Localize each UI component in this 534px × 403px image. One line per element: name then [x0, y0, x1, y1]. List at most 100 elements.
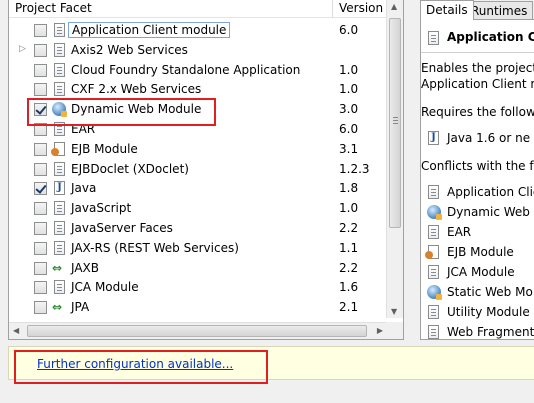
facet-version[interactable]: 1.8 — [339, 181, 358, 195]
facet-checkbox[interactable] — [34, 281, 47, 295]
conflict-item: Web Fragment — [447, 325, 534, 339]
table-row[interactable]: EJBDoclet (XDoclet) 1.2.3 — [9, 159, 387, 179]
facet-checkbox[interactable] — [34, 43, 47, 57]
scroll-right-arrow-icon[interactable]: ▶ — [377, 326, 383, 335]
facet-checkbox[interactable] — [34, 182, 47, 196]
project-facet-table[interactable]: Project Facet Version Application Client… — [8, 0, 404, 340]
facet-version[interactable]: 1.1 — [339, 241, 358, 255]
facet-label: EJBDoclet (XDoclet) — [71, 161, 189, 176]
web-module-icon — [427, 205, 442, 220]
facet-version[interactable]: 2.2 — [339, 221, 358, 235]
facet-version[interactable]: 3.0 — [339, 102, 358, 116]
conflicts-label: Conflicts with the fo — [421, 159, 534, 173]
conflict-item: EAR — [447, 225, 472, 239]
table-row[interactable]: Application Client module 6.0 — [9, 20, 387, 40]
horizontal-scroll-thumb[interactable] — [27, 325, 367, 337]
facet-checkbox[interactable] — [34, 83, 47, 97]
details-panel: Details Runtimes Application Clie Enable… — [412, 0, 534, 340]
horizontal-scrollbar[interactable]: ◀ ▶ — [9, 322, 387, 339]
details-description-line2: Application Client m — [421, 77, 534, 91]
facet-label: JAXB — [71, 260, 99, 275]
ejb-bean-icon — [425, 245, 439, 259]
grip-icon — [393, 117, 398, 124]
table-row[interactable]: Cloud Foundry Standalone Application 1.0 — [9, 60, 387, 80]
table-row[interactable]: JavaServer Faces 2.2 — [9, 218, 387, 238]
facet-label: JCA Module — [71, 280, 139, 295]
details-tabs: Details Runtimes — [412, 0, 534, 21]
facet-version[interactable]: 1.0 — [339, 82, 358, 96]
facet-checkbox[interactable] — [34, 241, 47, 255]
table-row[interactable]: ⇔ JAXB 2.2 — [9, 258, 387, 278]
scroll-down-arrow-icon[interactable]: ▼ — [391, 307, 397, 316]
column-header-version[interactable]: Version — [339, 1, 383, 15]
facet-checkbox[interactable] — [34, 261, 47, 275]
ejb-bean-icon — [51, 141, 65, 156]
facet-label: CXF 2.x Web Services — [71, 82, 202, 97]
table-row[interactable]: Dynamic Web Module 3.0 — [9, 99, 387, 119]
details-body: Application Clie Enables the project App… — [420, 19, 534, 340]
scroll-left-arrow-icon[interactable]: ◀ — [13, 326, 19, 335]
facet-label: Axis2 Web Services — [71, 42, 188, 57]
facet-version[interactable]: 1.2.3 — [339, 162, 370, 176]
facet-rows: Application Client module 6.0 ▷ Axis2 Web S… — [9, 20, 387, 317]
conflict-item: EJB Module — [447, 245, 514, 259]
table-row[interactable]: EJB Module 3.1 — [9, 139, 387, 159]
facet-checkbox[interactable] — [34, 103, 47, 117]
facet-label: Cloud Foundry Standalone Application — [71, 62, 301, 77]
facet-checkbox[interactable] — [34, 301, 47, 315]
table-row[interactable]: JAX-RS (REST Web Services) 1.1 — [9, 238, 387, 258]
document-icon — [54, 23, 65, 37]
document-icon — [428, 305, 439, 319]
facet-checkbox[interactable] — [34, 221, 47, 235]
vertical-scroll-thumb[interactable] — [389, 18, 401, 228]
table-row[interactable]: CXF 2.x Web Services 1.0 — [9, 79, 387, 99]
column-header-project-facet[interactable]: Project Facet — [15, 1, 92, 15]
document-icon — [428, 325, 439, 339]
bidirectional-arrows-icon: ⇔ — [52, 260, 63, 275]
column-separator[interactable] — [332, 0, 333, 18]
facet-label: JavaServer Faces — [71, 220, 173, 235]
facet-version[interactable]: 1.6 — [339, 280, 358, 294]
scroll-up-arrow-icon[interactable]: ▲ — [391, 2, 397, 11]
facet-label: JavaScript — [71, 201, 132, 216]
facet-checkbox[interactable] — [34, 122, 47, 136]
document-icon — [428, 225, 439, 239]
facet-checkbox[interactable] — [34, 24, 47, 37]
table-row[interactable]: ▷ Axis2 Web Services — [9, 40, 387, 60]
vertical-scrollbar[interactable]: ▲ ▼ — [386, 0, 403, 318]
table-header: Project Facet Version — [9, 0, 387, 18]
further-configuration-link[interactable]: Further configuration available... — [37, 357, 233, 371]
scrollbar-corner — [386, 322, 403, 339]
facet-version[interactable]: 3.1 — [339, 142, 358, 156]
divider — [421, 52, 534, 53]
document-icon — [54, 201, 65, 216]
tab-details[interactable]: Details — [420, 0, 474, 20]
table-row[interactable]: J Java 1.8 — [9, 178, 387, 198]
facet-checkbox[interactable] — [34, 162, 47, 176]
facet-label: Java — [71, 181, 97, 196]
tab-runtimes[interactable]: Runtimes — [465, 1, 534, 21]
facet-checkbox[interactable] — [34, 63, 47, 77]
facet-version[interactable]: 2.2 — [339, 261, 358, 275]
facet-checkbox[interactable] — [34, 202, 47, 216]
facet-version[interactable]: 6.0 — [339, 23, 358, 37]
table-row[interactable]: JavaScript 1.0 — [9, 198, 387, 218]
bidirectional-arrows-icon: ⇔ — [52, 300, 63, 315]
facet-version[interactable]: 1.0 — [339, 201, 358, 215]
document-icon — [428, 265, 439, 279]
document-icon — [54, 161, 65, 176]
table-row[interactable]: ⇔ JPA 2.1 — [9, 297, 387, 317]
facet-version[interactable]: 2.1 — [339, 300, 358, 314]
facet-version[interactable]: 1.0 — [339, 63, 358, 77]
facet-label: EJB Module — [71, 141, 138, 156]
facet-label: EAR — [71, 121, 96, 136]
table-row[interactable]: JCA Module 1.6 — [9, 277, 387, 297]
expand-arrow-icon[interactable]: ▷ — [19, 44, 26, 54]
table-row[interactable]: EAR 6.0 — [9, 119, 387, 139]
requires-label: Requires the followi — [421, 105, 534, 119]
facet-label: Application Client module — [68, 22, 231, 38]
facet-label: JAX-RS (REST Web Services) — [71, 240, 239, 255]
facet-label: Dynamic Web Module — [71, 102, 202, 117]
facet-checkbox[interactable] — [34, 142, 47, 156]
facet-version[interactable]: 6.0 — [339, 122, 358, 136]
